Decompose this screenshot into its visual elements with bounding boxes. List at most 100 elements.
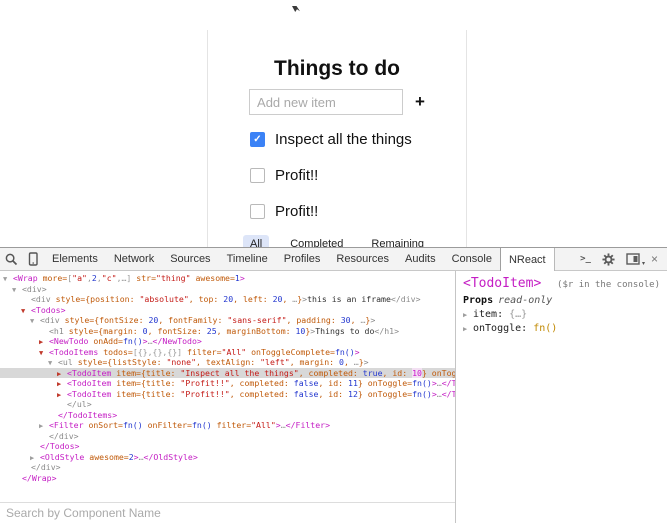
tab-resources[interactable]: Resources: [328, 248, 397, 270]
tree-row[interactable]: </Todos>: [0, 441, 455, 452]
props-list: ▶item: {…} ▶onToggle: fn(): [463, 309, 660, 334]
tree-token: >: [370, 315, 375, 325]
tree-token: 10: [412, 368, 422, 378]
add-item-button[interactable]: +: [415, 92, 425, 112]
tree-row[interactable]: <div style={position: "absolute", top: 2…: [0, 294, 455, 305]
tree-row[interactable]: ▶<Filter onSort=fn() onFilter=fn() filte…: [0, 420, 455, 431]
dock-caret-icon: ▾: [642, 260, 645, 267]
tree-row[interactable]: ▼<Todos>: [0, 305, 455, 316]
tree-token: onSort=: [88, 420, 123, 430]
tree-token: <div>: [22, 284, 47, 294]
tree-row[interactable]: ▼<ul style={listStyle: "none", textAlign…: [0, 357, 455, 368]
tree-row[interactable]: </TodoItems>: [0, 410, 455, 421]
component-search-input[interactable]: [0, 504, 455, 522]
device-mode-icon[interactable]: [22, 248, 44, 270]
prop-name: onToggle:: [473, 323, 533, 334]
filter-button-remaining[interactable]: Remaining: [364, 235, 431, 247]
disclosure-arrow-icon[interactable]: ▶: [463, 325, 473, 333]
tree-token: fn(): [335, 347, 355, 357]
add-item-row: +: [208, 89, 466, 115]
selected-component-tag: <TodoItem>: [463, 276, 541, 291]
tree-row[interactable]: ▼<Wrap more=["a",2,"c",…] str="thing" aw…: [0, 273, 455, 284]
tree-token: "thing": [156, 273, 191, 283]
tree-token: style={position:: [56, 294, 140, 304]
add-item-input[interactable]: [249, 89, 403, 115]
tree-token: fn(): [123, 336, 143, 346]
tree-token: , marginBottom:: [217, 326, 296, 336]
tree-token: </TodoItems>: [58, 410, 117, 420]
tree-row[interactable]: ▶<TodoItem item={title: "Profit!!", comp…: [0, 389, 455, 400]
todo-checkbox[interactable]: [250, 132, 265, 147]
tree-token: fn(): [412, 389, 432, 399]
tab-audits[interactable]: Audits: [397, 248, 444, 270]
tree-row[interactable]: </div>: [0, 462, 455, 473]
tree-token: 20: [223, 294, 233, 304]
tree-token: <Filter: [49, 420, 88, 430]
tree-token: <OldStyle: [40, 452, 89, 462]
tree-row[interactable]: ▶<TodoItem item={title: "Inspect all the…: [0, 368, 455, 379]
dock-side-icon[interactable]: ▾: [626, 253, 640, 265]
tab-nreact[interactable]: NReact: [500, 248, 555, 271]
disclosure-arrow-icon[interactable]: ▶: [39, 337, 49, 348]
tab-network[interactable]: Network: [106, 248, 162, 270]
tree-row[interactable]: </ul>: [0, 399, 455, 410]
tree-token: , left:: [233, 294, 272, 304]
tree-token: </Filter>: [286, 420, 330, 430]
tree-token: style={margin:: [69, 326, 143, 336]
filter-button-completed[interactable]: Completed: [283, 235, 350, 247]
tree-token: "All": [251, 420, 276, 430]
tab-elements[interactable]: Elements: [44, 248, 106, 270]
tree-token: } onToggle=: [358, 378, 412, 388]
tree-row[interactable]: ▶<TodoItem item={title: "Profit!!", comp…: [0, 378, 455, 389]
tree-token: <TodoItems: [49, 347, 103, 357]
tree-token: >: [364, 357, 369, 367]
component-search-bar: [0, 502, 455, 523]
todo-item: Profit!!: [208, 203, 466, 220]
tree-token: , top:: [189, 294, 224, 304]
close-devtools-icon[interactable]: ×: [651, 253, 658, 265]
tree-token: <TodoItem: [67, 378, 116, 388]
disclosure-arrow-icon[interactable]: ▶: [57, 379, 67, 390]
inspect-element-icon[interactable]: [0, 248, 22, 270]
prop-row: ▶item: {…}: [463, 309, 660, 320]
disclosure-arrow-icon[interactable]: ▼: [3, 274, 13, 285]
tree-row[interactable]: ▼<div>: [0, 284, 455, 295]
filter-bar: All Completed Remaining: [208, 235, 466, 247]
devtools-tabs: ElementsNetworkSourcesTimelineProfilesRe…: [44, 248, 555, 270]
tree-token: , fontFamily:: [158, 315, 227, 325]
tree-row[interactable]: ▼<div style={fontSize: 20, fontFamily: "…: [0, 315, 455, 326]
tree-row[interactable]: <h1 style={margin: 0, fontSize: 25, marg…: [0, 326, 455, 337]
tree-token: item={title:: [116, 368, 180, 378]
filter-button-all[interactable]: All: [243, 235, 269, 247]
settings-gear-icon[interactable]: [602, 253, 615, 266]
tab-console[interactable]: Console: [444, 248, 500, 270]
tree-token: , id:: [383, 368, 413, 378]
tree-token: onToggleComplete=: [246, 347, 335, 357]
tree-row[interactable]: ▼<TodoItems todos=[{},{},{}] filter="All…: [0, 347, 455, 358]
todo-checkbox[interactable]: [250, 168, 265, 183]
tree-token: </ul>: [67, 399, 92, 409]
tree-token: , margin:: [290, 357, 339, 367]
disclosure-arrow-icon[interactable]: ▼: [48, 358, 58, 369]
todo-checkbox[interactable]: [250, 204, 265, 219]
disclosure-arrow-icon[interactable]: ▶: [39, 421, 49, 432]
prop-name: item:: [473, 309, 509, 320]
tree-token: "Inspect all the things": [180, 368, 298, 378]
tab-timeline[interactable]: Timeline: [219, 248, 276, 270]
tree-row[interactable]: </div>: [0, 431, 455, 442]
tree-row[interactable]: </Wrap>: [0, 473, 455, 484]
prop-row: ▶onToggle: fn(): [463, 323, 660, 334]
tree-token: "Profit!!": [180, 389, 229, 399]
devtools-toolbar: ElementsNetworkSourcesTimelineProfilesRe…: [0, 248, 667, 271]
tab-sources[interactable]: Sources: [162, 248, 218, 270]
todo-item-label: Profit!!: [275, 167, 318, 184]
tab-profiles[interactable]: Profiles: [276, 248, 329, 270]
tree-token: </Wrap>: [22, 473, 57, 483]
disclosure-arrow-icon[interactable]: ▶: [463, 311, 473, 319]
disclosure-arrow-icon[interactable]: ▼: [30, 316, 40, 327]
tree-row[interactable]: ▶<OldStyle awesome=2>…</OldStyle>: [0, 452, 455, 463]
console-drawer-icon[interactable]: >_: [580, 254, 591, 264]
devtools-panel: ElementsNetworkSourcesTimelineProfilesRe…: [0, 247, 667, 523]
tree-token: <div: [40, 315, 65, 325]
tree-row[interactable]: ▶<NewTodo onAdd=fn()>…</NewTodo>: [0, 336, 455, 347]
